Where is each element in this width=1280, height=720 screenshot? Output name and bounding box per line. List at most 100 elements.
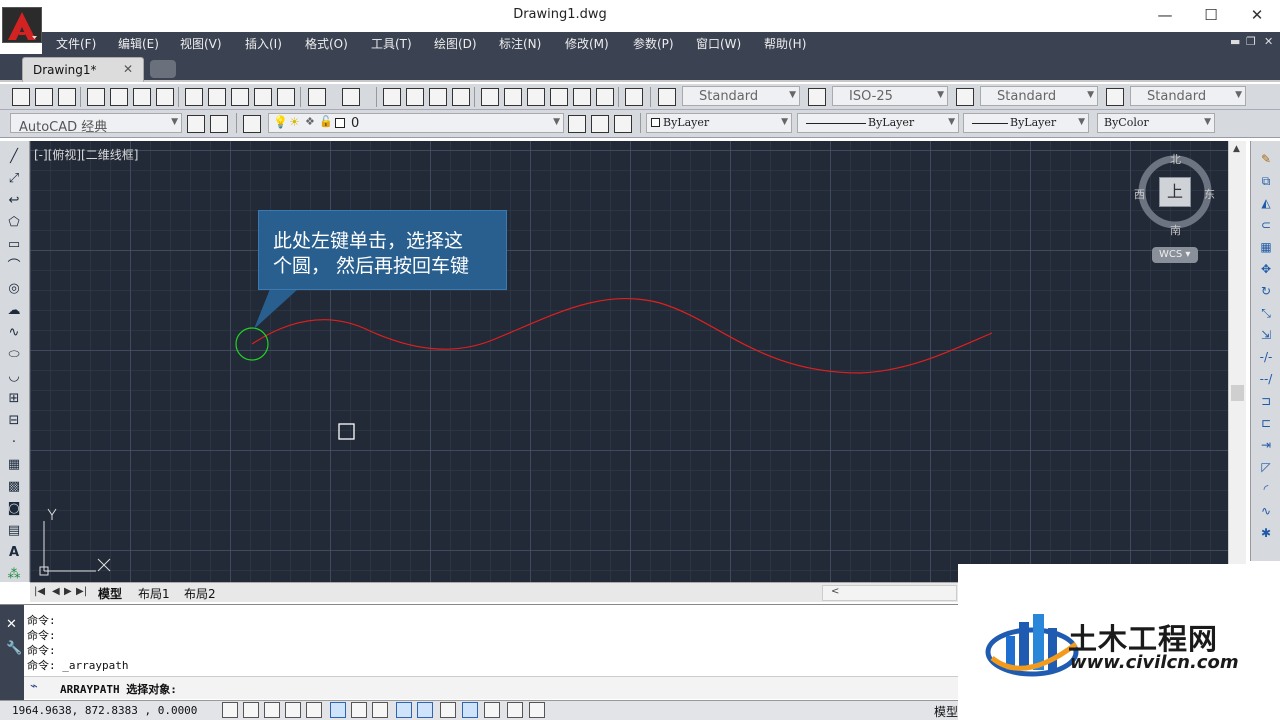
tab-close-icon[interactable]: ✕: [123, 62, 133, 76]
publish-icon[interactable]: [133, 88, 151, 106]
make-current-layer-icon[interactable]: [568, 115, 586, 133]
sheet-set-icon[interactable]: [550, 88, 568, 106]
plot-style-select[interactable]: ByColor ▼: [1097, 113, 1215, 133]
ellipse-icon[interactable]: ⬭: [5, 347, 23, 363]
prev-layout-icon[interactable]: ◀: [52, 586, 60, 597]
properties-icon[interactable]: [481, 88, 499, 106]
linetype-select[interactable]: ByLayer ▼: [797, 113, 959, 133]
zoom-previous-icon[interactable]: [452, 88, 470, 106]
break-icon[interactable]: ⊏: [1257, 415, 1275, 431]
workspace-settings-icon[interactable]: [187, 115, 205, 133]
tab-model[interactable]: 模型: [98, 585, 122, 602]
gradient-icon[interactable]: ▩: [5, 479, 23, 495]
trim-icon[interactable]: -/-: [1257, 349, 1275, 365]
transparency-icon[interactable]: [462, 702, 478, 718]
construction-line-icon[interactable]: ⤢: [5, 171, 23, 187]
menu-window[interactable]: 窗口(W): [696, 35, 741, 52]
mdi-restore-icon[interactable]: ❐: [1246, 35, 1256, 48]
plot-icon[interactable]: [87, 88, 105, 106]
match-properties-icon[interactable]: [254, 88, 272, 106]
cut-icon[interactable]: [185, 88, 203, 106]
add-selected-icon[interactable]: ⁂: [5, 567, 23, 583]
snap-mode-icon[interactable]: [243, 702, 259, 718]
multileader-style-select[interactable]: Standard ▼: [1130, 86, 1246, 106]
viewcube[interactable]: 北 西 东 南 上 WCS ▾: [1128, 150, 1224, 263]
table-style-icon[interactable]: [956, 88, 974, 106]
new-file-icon[interactable]: [12, 88, 30, 106]
join-icon[interactable]: ⇥: [1257, 437, 1275, 453]
menu-dimension[interactable]: 标注(N): [499, 35, 541, 52]
annotation-monitor-icon[interactable]: [529, 702, 545, 718]
model-space-button[interactable]: 模型: [934, 703, 958, 720]
copy-object-icon[interactable]: ⧉: [1257, 173, 1275, 189]
spline-icon[interactable]: ∿: [5, 325, 23, 341]
mdi-close-icon[interactable]: ✕: [1264, 35, 1273, 48]
menu-edit[interactable]: 编辑(E): [118, 35, 159, 52]
grid-display-icon[interactable]: [264, 702, 280, 718]
open-file-icon[interactable]: [35, 88, 53, 106]
mdi-minimize-icon[interactable]: ▬: [1230, 35, 1240, 48]
offset-icon[interactable]: ⊂: [1257, 217, 1275, 233]
scroll-left-icon[interactable]: <: [831, 586, 839, 597]
menu-view[interactable]: 视图(V): [180, 35, 222, 52]
new-tab-icon[interactable]: [150, 60, 176, 78]
rotate-icon[interactable]: ↻: [1257, 283, 1275, 299]
undo-icon[interactable]: [308, 88, 326, 106]
minimize-button[interactable]: —: [1142, 0, 1188, 30]
make-block-icon[interactable]: ⊟: [5, 413, 23, 429]
polar-tracking-icon[interactable]: [306, 702, 322, 718]
maximize-button[interactable]: ☐: [1188, 0, 1234, 30]
gear-icon[interactable]: [210, 115, 228, 133]
zoom-realtime-icon[interactable]: [406, 88, 424, 106]
next-layout-icon[interactable]: ▶: [64, 586, 72, 597]
explode-icon[interactable]: ✱: [1257, 525, 1275, 541]
tab-layout2[interactable]: 布局2: [184, 585, 216, 602]
multileader-style-icon[interactable]: [1106, 88, 1124, 106]
viewcube-south[interactable]: 南: [1170, 222, 1181, 238]
array-icon[interactable]: ▦: [1257, 239, 1275, 255]
object-snap-tracking-icon[interactable]: [372, 702, 388, 718]
menu-tools[interactable]: 工具(T): [371, 35, 412, 52]
wcs-menu[interactable]: WCS ▾: [1152, 247, 1198, 263]
mirror-icon[interactable]: ◭: [1257, 195, 1275, 211]
help-icon[interactable]: [625, 88, 643, 106]
line-icon[interactable]: ╱: [5, 149, 23, 165]
erase-icon[interactable]: ✎: [1257, 151, 1275, 167]
close-icon[interactable]: ✕: [6, 617, 17, 632]
3d-object-snap-icon[interactable]: [351, 702, 367, 718]
lineweight-select[interactable]: ByLayer ▼: [963, 113, 1089, 133]
insert-block-icon[interactable]: ⊞: [5, 391, 23, 407]
command-window-handle[interactable]: ✕ 🔧: [0, 605, 24, 701]
layer-previous-icon[interactable]: [591, 115, 609, 133]
lineweight-toggle-icon[interactable]: [440, 702, 456, 718]
drawing-canvas[interactable]: [-][俯视][二维线框]: [30, 141, 1228, 582]
revision-cloud-icon[interactable]: ☁: [5, 303, 23, 319]
text-style-select[interactable]: Standard ▼: [682, 86, 800, 106]
blend-curves-icon[interactable]: ∿: [1257, 503, 1275, 519]
markup-icon[interactable]: [573, 88, 591, 106]
command-icon[interactable]: ⌁: [30, 679, 38, 694]
move-icon[interactable]: ✥: [1257, 261, 1275, 277]
calculator-icon[interactable]: [596, 88, 614, 106]
wrench-icon[interactable]: 🔧: [6, 641, 22, 656]
command-line-input[interactable]: ⌁ ARRAYPATH 选择对象:: [24, 676, 958, 699]
menu-format[interactable]: 格式(O): [305, 35, 348, 52]
color-select[interactable]: ByLayer ▼: [646, 113, 792, 133]
text-style-icon[interactable]: [658, 88, 676, 106]
hatch-icon[interactable]: ▦: [5, 457, 23, 473]
infer-constraints-icon[interactable]: [222, 702, 238, 718]
menu-file[interactable]: 文件(F): [56, 35, 96, 52]
workspace-select[interactable]: AutoCAD 经典 ▼: [10, 113, 182, 135]
menu-help[interactable]: 帮助(H): [764, 35, 806, 52]
coordinates-readout[interactable]: 1964.9638, 872.8383 , 0.0000: [12, 704, 197, 717]
multiline-text-icon[interactable]: A: [5, 545, 23, 561]
scroll-thumb[interactable]: [1231, 385, 1244, 401]
3d-print-icon[interactable]: [156, 88, 174, 106]
layer-properties-icon[interactable]: [243, 115, 261, 133]
ortho-mode-icon[interactable]: [285, 702, 301, 718]
region-icon[interactable]: ◙: [5, 501, 23, 517]
object-snap-icon[interactable]: [330, 702, 346, 718]
redo-icon[interactable]: [342, 88, 360, 106]
menu-modify[interactable]: 修改(M): [565, 35, 609, 52]
menu-insert[interactable]: 插入(I): [245, 35, 282, 52]
